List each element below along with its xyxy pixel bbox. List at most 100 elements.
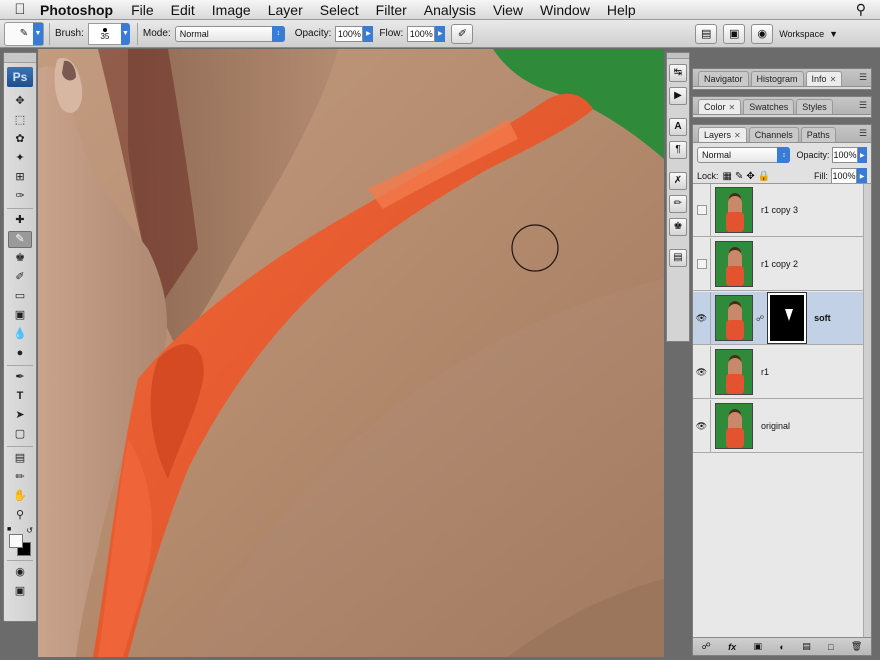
flow-slider-toggle[interactable]: ▶ [435,25,446,42]
zoom-tool-icon[interactable]: ⚲ [8,507,32,524]
blend-mode-select[interactable]: Normal ↕ [697,147,791,163]
layer-row-original[interactable]: 👁 original [693,399,863,453]
tab-color[interactable]: Color ✕ [698,99,742,114]
move-tool-icon[interactable]: ✥ [8,93,32,110]
opacity-slider-toggle[interactable]: ▶ [363,25,374,42]
crop-tool-icon[interactable]: ⊞ [8,169,32,186]
layer-opacity-input[interactable]: 100% [832,147,858,163]
brush-picker[interactable]: 35 ▼ [87,22,130,45]
opacity-input[interactable]: 100% [335,25,364,42]
menu-edit[interactable]: Edit [171,2,195,18]
menu-view[interactable]: View [493,2,523,18]
menu-layer[interactable]: Layer [268,2,303,18]
layer-row-r1[interactable]: 👁 r1 [693,345,863,399]
tool-presets-icon[interactable]: ✗ [669,172,687,190]
gradient-tool-icon[interactable]: ▣ [8,307,32,324]
history-brush-tool-icon[interactable]: ✐ [8,269,32,286]
clone-stamp-tool-icon[interactable]: ♚ [8,250,32,267]
quick-mask-icon[interactable]: ◉ [8,564,32,581]
visibility-toggle[interactable]: 👁 [693,291,711,345]
shape-tool-icon[interactable]: ▢ [8,426,32,443]
spotlight-search-icon[interactable]: ⚲ [856,1,866,18]
layer-row-r1-copy-2[interactable]: r1 copy 2 [693,237,863,291]
link-chain-icon[interactable]: ☍ [756,314,764,323]
menu-filter[interactable]: Filter [376,2,407,18]
marquee-tool-icon[interactable]: ⬚ [8,112,32,129]
slice-tool-icon[interactable]: ✑ [8,188,32,205]
tab-histogram[interactable]: Histogram [750,71,804,86]
camera-raw-button[interactable]: ◉ [751,23,774,44]
tab-styles[interactable]: Styles [796,99,833,114]
tool-preset-picker[interactable]: ✎ ▼ [4,21,44,46]
app-menu[interactable]: Photoshop [40,2,113,18]
panel-menu-icon[interactable]: ☰ [859,128,867,139]
tab-info[interactable]: Info ✕ [805,71,843,86]
menu-help[interactable]: Help [607,2,636,18]
document-canvas[interactable] [38,49,664,657]
link-layers-icon[interactable]: ☍ [702,641,711,652]
palette-well-button[interactable]: ▤ [695,23,718,44]
new-layer-icon[interactable]: □ [828,642,833,652]
brushes-icon[interactable]: ✏ [669,195,687,213]
layers-scrollbar[interactable] [863,184,871,640]
visibility-toggle[interactable] [693,237,711,291]
swap-colors-icon[interactable]: ↺ [26,526,33,535]
apple-menu-icon[interactable]:  [0,1,40,18]
blur-tool-icon[interactable]: 💧 [8,326,32,343]
new-group-icon[interactable]: ▤ [802,641,811,652]
pen-tool-icon[interactable]: ✒ [8,369,32,386]
trash-icon[interactable]: 🗑 [851,641,862,652]
menu-analysis[interactable]: Analysis [424,2,476,18]
tab-paths[interactable]: Paths [800,127,836,142]
visibility-toggle[interactable]: 👁 [693,399,711,453]
layer-mask-thumbnail[interactable] [767,292,808,344]
default-colors-icon[interactable]: ■ [7,526,11,533]
character-icon[interactable]: A [669,118,687,136]
dodge-tool-icon[interactable]: ● [8,345,32,362]
airbrush-button[interactable]: ✐ [451,23,474,44]
hand-tool-icon[interactable]: ✋ [8,488,32,505]
menu-select[interactable]: Select [320,2,359,18]
clone-source-icon[interactable]: ♚ [669,218,687,236]
eraser-tool-icon[interactable]: ▭ [8,288,32,305]
workspace-menu[interactable]: Workspace ▼ [779,29,838,39]
menu-image[interactable]: Image [212,2,251,18]
close-icon[interactable]: ✕ [729,103,736,112]
tab-swatches[interactable]: Swatches [743,99,795,114]
adjustment-layer-icon[interactable]: ◐ [779,642,784,652]
layer-style-icon[interactable]: fx [728,642,736,652]
panel-menu-icon[interactable]: ☰ [859,100,867,111]
panel-menu-icon[interactable]: ☰ [859,72,867,83]
visibility-toggle[interactable] [693,183,711,237]
color-swatches[interactable]: ■ ↺ [7,526,33,556]
go-to-bridge-button[interactable]: ▣ [723,23,746,44]
foreground-color[interactable] [9,534,23,548]
type-tool-icon[interactable]: T [8,388,32,405]
layer-opacity-slider-toggle[interactable]: ▶ [857,147,867,163]
mode-select[interactable]: Normal ↕ [174,25,285,42]
lock-all-icon[interactable]: 🔒 [758,171,770,182]
close-icon[interactable]: ✕ [830,75,837,84]
screen-mode-icon[interactable]: ▣ [8,583,32,600]
layer-comps-icon[interactable]: ▤ [669,249,687,267]
brush-tool-icon[interactable]: ✎ [8,231,32,248]
panel-grip[interactable] [667,53,689,59]
actions-icon[interactable]: ▶ [669,87,687,105]
lock-position-icon[interactable]: ✥ [746,171,754,182]
notes-tool-icon[interactable]: ▤ [8,450,32,467]
flow-input[interactable]: 100% [407,25,436,42]
layer-row-r1-copy-3[interactable]: r1 copy 3 [693,183,863,237]
paragraph-icon[interactable]: ¶ [669,141,687,159]
tab-channels[interactable]: Channels [748,127,799,142]
menu-file[interactable]: File [131,2,154,18]
layer-row-soft[interactable]: 👁 ☍ soft [693,291,863,345]
lock-pixels-icon[interactable]: ✎ [735,171,743,182]
tab-layers[interactable]: Layers ✕ [698,127,747,142]
fill-slider-toggle[interactable]: ▶ [857,168,867,184]
panel-grip[interactable] [4,53,36,63]
healing-brush-tool-icon[interactable]: ✚ [8,212,32,229]
lock-transparency-icon[interactable]: ▦ [723,171,732,182]
close-icon[interactable]: ✕ [734,131,741,140]
fill-input[interactable]: 100% [831,168,857,184]
tab-navigator[interactable]: Navigator [698,71,749,86]
